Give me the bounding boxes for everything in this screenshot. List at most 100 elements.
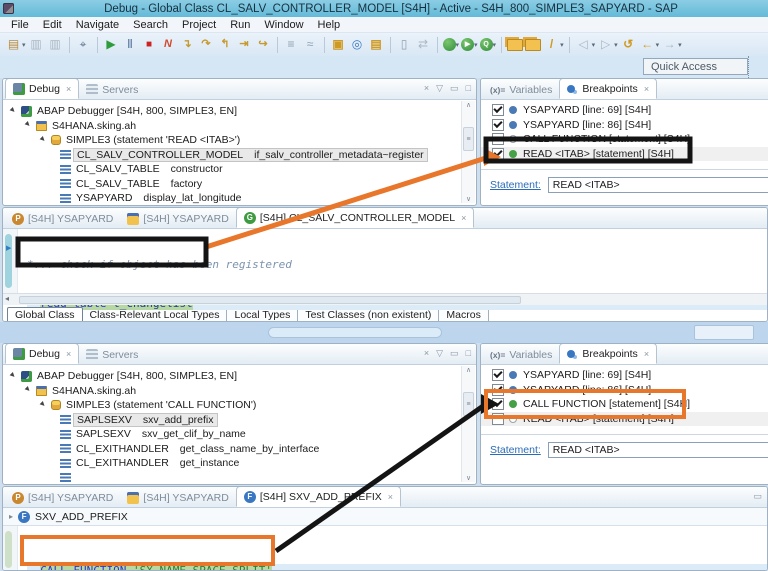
profile-button[interactable]: Q (479, 38, 493, 51)
quick-access-button[interactable]: Quick Access (643, 58, 748, 75)
last-edit-location-button[interactable]: ↺ (620, 36, 637, 53)
breakpoint-row[interactable]: YSAPYARD [line: 69] [S4H] (481, 103, 768, 118)
code-editor[interactable]: CALL FUNCTION 'SX_NAME_SPACE_SPLIT' EXPO… (3, 526, 767, 570)
stack-frame-row[interactable]: SAPLSEXV sxv_add_prefix (3, 412, 476, 428)
clipboard-button[interactable]: ▯ (396, 36, 413, 53)
scrollbar-thumb[interactable]: ≡ (463, 127, 474, 151)
dropdown-caret-icon[interactable]: ▾ (614, 41, 618, 49)
menu-item-navigate[interactable]: Navigate (69, 19, 126, 31)
tree-item-system[interactable]: ▶ S4HANA.sking.ah (3, 384, 476, 399)
breakpoint-row[interactable]: READ <ITAB> [statement] [S4H] (481, 411, 768, 426)
breakpoint-row[interactable]: YSAPYARD [line: 86] [S4H] (481, 118, 768, 133)
close-icon[interactable]: × (461, 213, 466, 223)
maximize-icon[interactable]: □ (466, 348, 471, 359)
breakpoint-checkbox[interactable] (492, 133, 504, 146)
stack-frame-row[interactable]: YSAPYARD display_lat_longitude (3, 191, 476, 205)
tab-global-class[interactable]: Global Class (7, 306, 83, 321)
twistie-icon[interactable]: ▶ (24, 120, 35, 131)
run-to-line-button[interactable]: ⇥ (236, 36, 253, 53)
stack-frame-row[interactable]: CL_SALV_TABLE constructor (3, 162, 476, 177)
twistie-icon[interactable]: ▶ (39, 400, 50, 411)
breakpoint-row[interactable]: YSAPYARD [line: 69] [S4H] (481, 368, 768, 383)
dropdown-caret-icon[interactable]: ▾ (456, 41, 460, 49)
scroll-up-icon[interactable]: ∧ (466, 101, 471, 109)
tree-item-abap-debugger[interactable]: ▶ ABAP Debugger [S4H, 800, SIMPLE3, EN] (3, 369, 476, 384)
tab-servers[interactable]: Servers (79, 345, 145, 364)
breakpoint-checkbox[interactable] (492, 383, 504, 396)
editor-tab-cl-salv-controller-model[interactable]: G [S4H] CL_SALV_CONTROLLER_MODEL × (235, 208, 475, 228)
editor-tab-ysapyard-2[interactable]: [S4H] YSAPYARD (120, 488, 235, 507)
twistie-icon[interactable]: ▶ (9, 106, 20, 117)
scroll-left-icon[interactable]: ◂ (5, 294, 9, 303)
step-return-button[interactable]: ↰ (217, 36, 234, 53)
next-annotation-button[interactable]: ▷ (597, 36, 614, 53)
close-icon[interactable]: × (644, 349, 649, 359)
run-button[interactable]: ▶ (461, 38, 475, 51)
step-over-button[interactable]: ↷ (198, 36, 215, 53)
breakpoint-checkbox[interactable] (492, 104, 504, 117)
menu-item-window[interactable]: Window (257, 19, 310, 31)
check-object-button[interactable]: ◎ (349, 36, 366, 53)
disconnect-icon[interactable]: × (424, 83, 429, 94)
tab-debug[interactable]: Debug × (5, 344, 80, 364)
scroll-up-icon[interactable]: ∧ (466, 366, 471, 374)
close-icon[interactable]: × (66, 84, 71, 94)
editor-tab-sxv-add-prefix[interactable]: F [S4H] SXV_ADD_PREFIX × (235, 487, 402, 507)
tab-breakpoints[interactable]: Breakpoints × (559, 79, 658, 99)
editor-tab-ysapyard-2[interactable]: [S4H] YSAPYARD (120, 209, 235, 228)
save-all-button[interactable]: ▥ (47, 36, 64, 53)
editor-tab-ysapyard-1[interactable]: P [S4H] YSAPYARD (5, 488, 120, 507)
menu-item-run[interactable]: Run (223, 19, 257, 31)
link-with-editor-button[interactable]: ⇄ (415, 36, 432, 53)
terminate-button[interactable]: ■ (141, 36, 158, 53)
resume-button[interactable]: ▶ (103, 36, 120, 53)
menu-item-file[interactable]: File (4, 19, 36, 31)
stack-frame-row[interactable]: CL_EXITHANDLER get_instance (3, 456, 476, 471)
format-brush-button[interactable]: / (543, 36, 560, 53)
menu-item-project[interactable]: Project (175, 19, 223, 31)
previous-annotation-button[interactable]: ◁ (575, 36, 592, 53)
minimize-icon[interactable]: ▭ (450, 83, 459, 94)
twistie-icon[interactable]: ▶ (9, 371, 20, 382)
dropdown-caret-icon[interactable]: ▾ (592, 41, 596, 49)
stack-frame-row-clipped[interactable] (3, 206, 476, 207)
vertical-scrollbar[interactable]: ∧ ≡ ∨ (461, 101, 475, 203)
tab-servers[interactable]: Servers (79, 80, 145, 99)
close-icon[interactable]: × (644, 84, 649, 94)
tab-debug[interactable]: Debug × (5, 79, 80, 99)
minimize-icon[interactable]: ▭ (753, 491, 762, 502)
dropdown-caret-icon[interactable]: ▾ (474, 41, 478, 49)
open-resource-button[interactable] (507, 38, 524, 51)
statement-input[interactable] (547, 442, 768, 458)
code-editor[interactable]: ▶ *... check if object has been register… (3, 229, 767, 310)
view-menu-icon[interactable]: ▽ (436, 348, 443, 359)
close-icon[interactable]: × (66, 349, 71, 359)
toggle-block-button[interactable]: ≈ (302, 36, 319, 53)
tab-variables[interactable]: (x)= Variables (483, 345, 559, 364)
breakpoint-checkbox[interactable] (492, 412, 504, 425)
view-menu-icon[interactable]: ▽ (436, 83, 443, 94)
toggle-marks-button[interactable]: ≡ (283, 36, 300, 53)
new-wizard-button[interactable]: ▤ (5, 36, 22, 53)
tab-variables[interactable]: (x)= Variables (483, 80, 559, 99)
close-icon[interactable]: × (388, 492, 393, 502)
breakpoint-checkbox[interactable] (492, 369, 504, 382)
jump-to-statement-button[interactable]: ↪ (255, 36, 272, 53)
debug-button[interactable] (442, 38, 456, 51)
tab-breakpoints[interactable]: Breakpoints × (559, 344, 658, 364)
minimize-icon[interactable]: ▭ (450, 348, 459, 359)
dropdown-caret-icon[interactable]: ▾ (656, 41, 660, 49)
editor-tab-ysapyard-1[interactable]: P [S4H] YSAPYARD (5, 209, 120, 228)
sash-handle[interactable] (268, 327, 442, 338)
open-development-object-button[interactable]: ⌖ (75, 36, 92, 53)
editor-breadcrumb[interactable]: ▸ F SXV_ADD_PREFIX (3, 508, 767, 526)
sash-divider[interactable] (0, 322, 768, 343)
stack-frame-row[interactable]: CL_SALV_CONTROLLER_MODEL if_salv_control… (3, 147, 476, 163)
statement-input[interactable] (547, 177, 768, 193)
breakpoint-row-read-itab[interactable]: READ <ITAB> [statement] [S4H] (481, 146, 768, 161)
stack-frame-row[interactable]: SAPLSEXV sxv_get_clif_by_name (3, 427, 476, 442)
disconnect-icon[interactable]: × (424, 348, 429, 359)
menu-item-edit[interactable]: Edit (36, 19, 69, 31)
vertical-scrollbar[interactable]: ∧ ≡ ∨ (461, 366, 475, 482)
breakpoint-row-call-function[interactable]: CALL FUNCTION [statement] [S4H] (481, 397, 768, 412)
